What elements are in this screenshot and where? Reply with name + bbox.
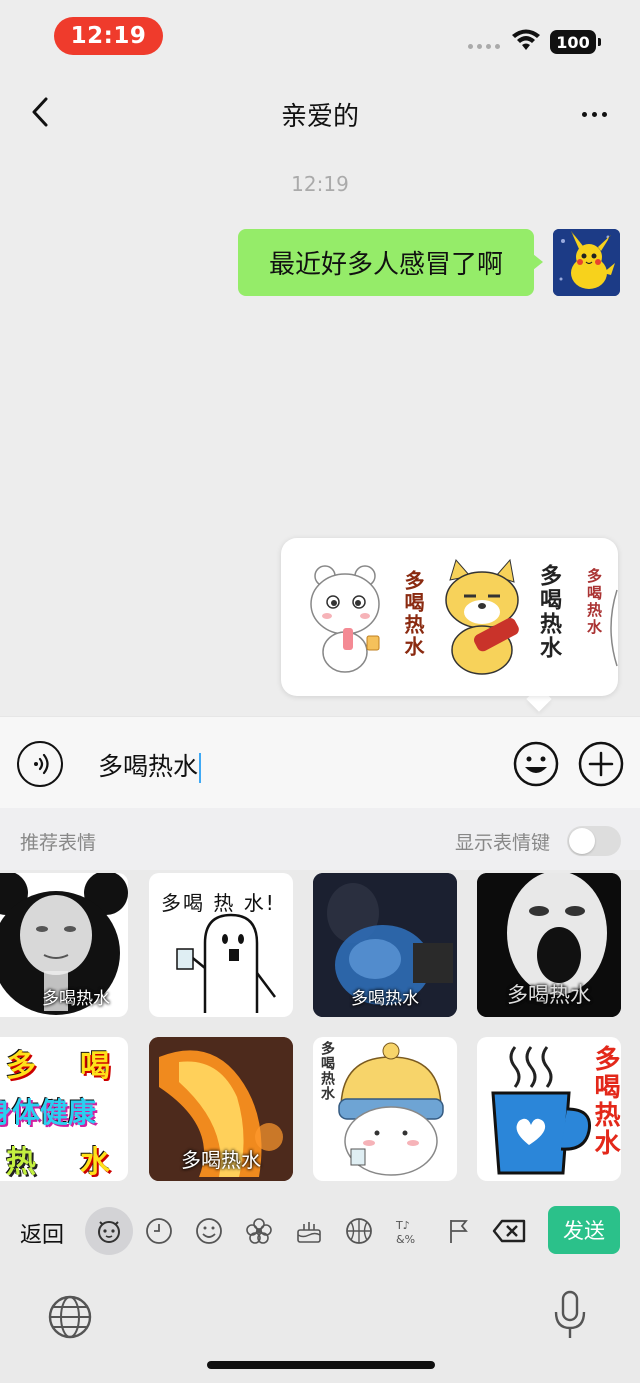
suggested-sticker[interactable]: 多喝热水 [436,558,566,678]
sticker-caption: 多喝 热 水! [161,891,276,915]
more-button[interactable] [572,94,616,134]
sticker-toolbar: 返回 T♪ &% 发送 [0,1200,640,1262]
voice-input-button[interactable] [17,741,63,787]
suggested-sticker[interactable]: 多喝热水 [303,558,425,678]
sticker-tile[interactable]: 多喝 热 水! [149,873,293,1017]
recent-clock-icon[interactable] [139,1211,179,1251]
voice-waves-icon [34,753,49,775]
recommended-stickers-label: 推荐表情 [20,832,97,854]
text-caret [199,753,202,783]
battery-indicator: 100 [550,30,601,54]
sticker-panel: 推荐表情 显示表情键 多喝热水 多喝 热 水! 多喝热水 多喝热水 多 喝 体健… [0,808,640,1383]
sticker-tile[interactable]: 多喝热水 [477,873,621,1017]
bear-sticker-image [310,565,380,673]
sticker-vertical-text: 多喝热水 [585,568,603,636]
return-button[interactable]: 返回 [20,1217,64,1249]
sticker-tile[interactable]: 多 喝 身体健康 热 水 [0,1037,128,1181]
cellular-signal-icon [468,44,500,49]
sticker-vertical-text: 多喝热水 [590,1045,620,1157]
sticker-text: 热 [6,1145,36,1180]
chat-timestamp: 12:19 [291,172,349,196]
dog-sticker-image [445,558,519,675]
sticker-tile[interactable]: 多喝热水 [477,1037,621,1181]
smiley-icon[interactable] [189,1211,229,1251]
pikachu-avatar-image [553,229,620,296]
flag-icon[interactable] [439,1211,479,1251]
sticker-tile[interactable]: 多喝热水 [0,873,128,1017]
message-input[interactable]: 多喝热水 [98,747,202,783]
sticker-caption: 多喝热水 [42,989,110,1009]
avatar[interactable] [553,229,620,296]
show-sticker-key-label: 显示表情键 [455,832,551,854]
sticker-caption: 多喝热水 [351,989,419,1009]
sticker-face-icon[interactable] [89,1211,129,1251]
backspace-icon[interactable] [490,1211,530,1251]
input-bar: 多喝热水 [0,716,640,808]
sticker-suggestion-popup: 多喝热水 多喝热水 多喝热水 [281,538,618,696]
sticker-text: 喝 [80,1049,110,1084]
sticker-vertical-text: 多喝热水 [536,564,561,660]
sticker-tile[interactable]: 多喝热水 [313,1037,457,1181]
chat-title: 亲爱的 [280,102,359,132]
more-dots-icon [581,111,587,117]
sticker-caption: 多喝热水 [507,983,591,1007]
sticker-text: 身体健康 [0,1096,97,1129]
plus-button[interactable] [578,741,624,787]
show-sticker-key-toggle[interactable] [567,826,621,856]
svg-text:&%: &% [396,1233,415,1246]
home-indicator [207,1361,435,1369]
sticker-vertical-text: 多喝热水 [319,1041,335,1101]
message-text: 最近好多人感冒了啊 [268,250,503,280]
status-bar: 12:19 100 [0,0,640,80]
symbols-icon[interactable]: T♪ &% [389,1211,429,1251]
flower-icon[interactable] [239,1211,279,1251]
suggested-sticker[interactable]: 多喝热水 [576,558,618,678]
send-button[interactable]: 发送 [548,1206,620,1254]
globe-icon[interactable] [46,1293,94,1341]
emoji-button[interactable] [513,741,559,787]
sticker-text: 多 [6,1049,36,1084]
panel-header: 推荐表情 显示表情键 [0,808,640,870]
status-time: 12:19 [54,17,163,55]
message-bubble[interactable]: 最近好多人感冒了啊 [238,229,543,296]
cake-icon[interactable] [289,1211,329,1251]
chat-header: 亲爱的 [0,80,640,146]
microphone-icon[interactable] [552,1290,588,1340]
sticker-caption: 多喝热水 [181,1148,261,1172]
sticker-vertical-text: 多喝热水 [401,570,425,658]
basketball-icon[interactable] [339,1211,379,1251]
wifi-icon [512,29,540,50]
svg-text:T♪: T♪ [395,1219,410,1232]
sticker-tile[interactable]: 多喝热水 [149,1037,293,1181]
sticker-text: 水 [80,1145,110,1180]
message-input-value: 多喝热水 [98,752,199,781]
sticker-tile[interactable]: 多喝热水 [313,873,457,1017]
